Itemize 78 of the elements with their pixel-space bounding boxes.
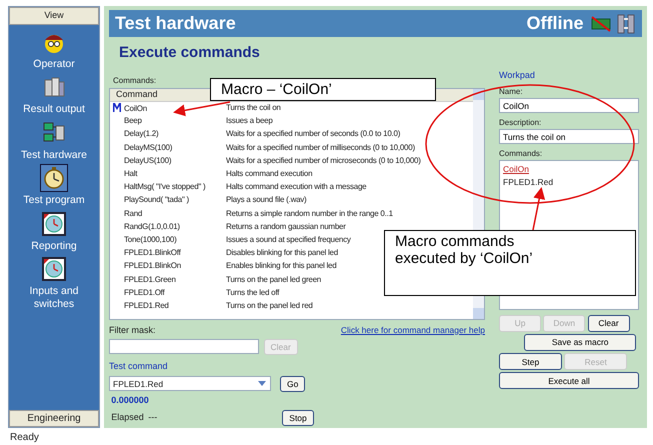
commands-label: Commands: <box>499 148 544 160</box>
workpad-command[interactable]: FPLED1.Red <box>503 176 635 188</box>
command-description: Turns on the panel led red <box>226 300 313 312</box>
column-header[interactable]: Command <box>116 88 158 102</box>
workpad-button[interactable]: Execute all <box>499 372 639 390</box>
command-description: Issues a beep <box>226 115 273 128</box>
sidebar-item[interactable]: Operator <box>10 28 98 70</box>
view-header[interactable]: View <box>9 7 99 24</box>
command-description: Enables blinking for this panel led <box>226 260 336 272</box>
command-name[interactable]: HaltMsg( "I've stopped" ) <box>124 182 206 192</box>
leader-line <box>532 187 546 230</box>
command-description: Halts command execution <box>226 168 312 180</box>
command-name[interactable]: FPLED1.Green <box>124 274 176 284</box>
disconnected-board-icon <box>590 14 612 32</box>
sidebar-item[interactable]: Result output <box>10 74 98 116</box>
section-title: Execute commands <box>119 43 261 63</box>
command-description: Waits for a specified number of microseconds (0 to 10,000) <box>226 154 421 167</box>
command-name[interactable]: PlaySound( "tada" ) <box>124 195 189 204</box>
command-description: Turns the led off <box>226 286 280 299</box>
filter-label: Filter mask: <box>109 324 157 336</box>
command-name[interactable]: FPLED1.Off <box>124 288 164 297</box>
name-field[interactable]: CoilOn <box>499 98 639 113</box>
workpad-button[interactable]: Save as macro <box>524 334 636 351</box>
go-button[interactable]: Go <box>280 376 306 392</box>
command-name[interactable]: DelayUS(100) <box>124 156 172 165</box>
elapsed-label: Elapsed <box>111 410 144 424</box>
workpad-button[interactable]: Clear <box>588 314 630 332</box>
workpad-command[interactable]: CoilOn <box>503 163 635 176</box>
stopwatch-icon <box>41 165 67 192</box>
command-name[interactable]: FPLED1.Red <box>124 300 169 310</box>
test-command-label: Test command <box>109 360 169 373</box>
command-description: Turns the coil on <box>226 102 281 114</box>
command-description: Halts command execution with a message <box>226 181 366 194</box>
command-name[interactable]: FPLED1.BlinkOn <box>124 261 181 270</box>
sidebar-item[interactable]: Inputs and switches <box>10 256 98 311</box>
workpad-button[interactable]: Step <box>499 353 562 370</box>
callout-tooltip: Macro commands executed by ‘CoilOn’ <box>384 230 636 296</box>
command-name[interactable]: RandG(1.0,0.01) <box>124 222 180 231</box>
description-field[interactable]: Turns the coil on <box>499 129 639 144</box>
caret-icon <box>257 378 267 388</box>
command-description: Issues a sound at specified frequency <box>226 234 351 246</box>
command-name[interactable]: DelayMS(100) <box>124 142 172 152</box>
reading-value: 0.000000 <box>111 394 150 407</box>
name-label: Name: <box>499 86 524 98</box>
elapsed-value: --- <box>148 410 158 424</box>
help-link[interactable]: Click here for command manager help <box>340 324 485 336</box>
filter-field[interactable] <box>109 339 259 354</box>
command-name[interactable]: Halt <box>124 169 138 178</box>
clock-icon <box>41 256 67 282</box>
command-description: Waits for a specified number of milliseconds (0 to 10,000) <box>226 142 415 154</box>
command-name[interactable]: Tone(1000,100) <box>124 234 177 244</box>
command-description: Waits for a specified number of seconds (0.0 to 10.0) <box>226 128 400 140</box>
connectors-icon <box>616 12 636 34</box>
macro-icon <box>112 102 122 113</box>
commands-label: Commands: <box>113 74 158 86</box>
engineering-header[interactable]: Engineering <box>9 410 99 427</box>
command-description: Disables blinking for this panel led <box>226 247 338 260</box>
command-dropdown[interactable]: FPLED1.Red <box>109 376 271 391</box>
command-description: Returns a simple random number in the range 0..1 <box>226 208 393 220</box>
callout-tooltip: Macro – ‘CoilOn’ <box>210 78 436 102</box>
sidebar-item[interactable]: Test program <box>10 165 98 207</box>
command-name[interactable]: Beep <box>124 116 142 126</box>
command-description: Plays a sound file (.wav) <box>226 194 306 206</box>
stop-button[interactable]: Stop <box>282 410 314 426</box>
command-name[interactable]: Rand <box>124 208 142 218</box>
command-description: Turns on the panel led green <box>226 274 321 286</box>
description-label: Description: <box>499 117 542 129</box>
sidebar-item[interactable]: Test hardware <box>10 120 98 162</box>
command-name[interactable]: Delay(1.2) <box>124 129 158 138</box>
sidebar-item[interactable]: Reporting <box>10 210 98 252</box>
command-name[interactable]: CoilOn <box>124 104 147 113</box>
workpad-label: Workpad <box>499 68 536 82</box>
clock-icon <box>41 210 67 237</box>
connection-status: Offline <box>526 12 584 35</box>
page-title: Test hardware <box>115 12 236 35</box>
status-text: Ready <box>9 431 40 445</box>
command-name[interactable]: FPLED1.BlinkOff <box>124 248 181 258</box>
command-description: Returns a random gaussian number <box>226 220 346 233</box>
